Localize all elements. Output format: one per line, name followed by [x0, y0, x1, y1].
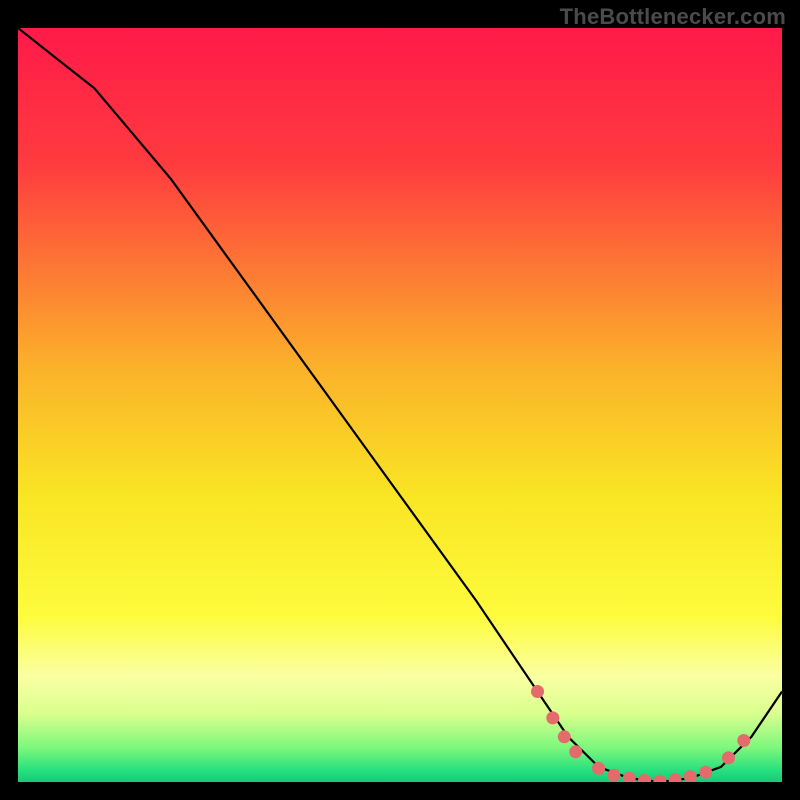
bottleneck-curve-chart [18, 28, 782, 782]
plot-area [18, 28, 782, 782]
data-point [558, 730, 571, 743]
data-point [722, 751, 735, 764]
chart-frame: TheBottlenecker.com [0, 0, 800, 800]
data-point [531, 685, 544, 698]
gradient-background [18, 28, 782, 782]
data-point [592, 762, 605, 775]
data-point [546, 711, 559, 724]
watermark-text: TheBottlenecker.com [560, 4, 786, 30]
data-point [607, 769, 620, 782]
data-point [569, 745, 582, 758]
data-point [699, 766, 712, 779]
data-point [737, 734, 750, 747]
